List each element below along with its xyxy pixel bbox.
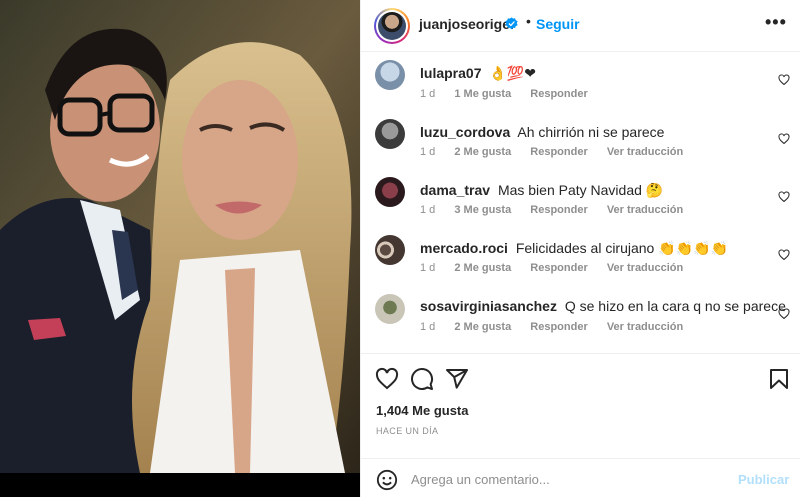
comment-item: mercado.roci Felicidades al cirujano 👏👏👏…	[361, 235, 800, 293]
bookmark-icon[interactable]	[767, 367, 791, 391]
share-icon[interactable]	[445, 367, 469, 391]
post-side-panel: juanjoseorigel • Seguir ••• lulapra07 👌💯…	[360, 0, 800, 497]
post-actions: 1,404 Me gusta HACE UN DÍA Publicar	[361, 353, 800, 497]
like-comment-icon[interactable]	[778, 133, 790, 145]
comment-meta: 1 d 1 Me gusta Responder	[420, 88, 604, 100]
comment-time[interactable]: 1 d	[420, 88, 435, 100]
follow-button[interactable]: Seguir	[536, 16, 580, 32]
translate-button[interactable]: Ver traducción	[607, 204, 683, 216]
commenter-avatar[interactable]	[375, 119, 405, 149]
comment-likes[interactable]: 2 Me gusta	[454, 262, 511, 274]
emoji-icon[interactable]	[376, 469, 398, 491]
commenter-username[interactable]: dama_trav	[420, 182, 490, 198]
comment-text: 👌💯❤	[489, 65, 536, 81]
comment-item: lulapra07 👌💯❤ 1 d 1 Me gusta Responder	[361, 60, 800, 118]
more-options-icon[interactable]: •••	[765, 12, 787, 33]
comment-text: Ah chirrión ni se parece	[517, 124, 665, 140]
translate-button[interactable]: Ver traducción	[607, 321, 683, 333]
translate-button[interactable]: Ver traducción	[607, 262, 683, 274]
reply-button[interactable]: Responder	[530, 204, 587, 216]
like-comment-icon[interactable]	[778, 249, 790, 261]
comment-likes[interactable]: 2 Me gusta	[454, 146, 511, 158]
commenter-username[interactable]: sosavirginiasanchez	[420, 298, 557, 314]
comment-time[interactable]: 1 d	[420, 204, 435, 216]
translate-button[interactable]: Ver traducción	[607, 146, 683, 158]
commenter-avatar[interactable]	[375, 177, 405, 207]
comment-time[interactable]: 1 d	[420, 262, 435, 274]
post-time[interactable]: HACE UN DÍA	[376, 426, 438, 436]
author-username[interactable]: juanjoseorigel	[419, 16, 514, 32]
verified-badge-icon	[505, 17, 518, 30]
comment-item: luzu_cordova Ah chirrión ni se parece 1 …	[361, 119, 800, 177]
reply-button[interactable]: Responder	[530, 321, 587, 333]
reply-button[interactable]: Responder	[530, 262, 587, 274]
comment-likes[interactable]: 2 Me gusta	[454, 321, 511, 333]
commenter-username[interactable]: mercado.roci	[420, 240, 508, 256]
add-comment-bar: Publicar	[361, 458, 800, 497]
comment-time[interactable]: 1 d	[420, 146, 435, 158]
comment-meta: 1 d 2 Me gusta Responder Ver traducción	[420, 262, 699, 274]
like-comment-icon[interactable]	[778, 191, 790, 203]
comment-item: dama_trav Mas bien Paty Navidad 🤔 1 d 3 …	[361, 177, 800, 235]
comment-icon[interactable]	[410, 367, 434, 391]
comment-likes[interactable]: 1 Me gusta	[454, 88, 511, 100]
commenter-username[interactable]: luzu_cordova	[420, 124, 510, 140]
likes-count[interactable]: 1,404 Me gusta	[376, 403, 469, 418]
comment-meta: 1 d 2 Me gusta Responder Ver traducción	[420, 321, 699, 333]
comment-text: Felicidades al cirujano 👏👏👏👏	[515, 240, 728, 256]
comment-meta: 1 d 2 Me gusta Responder Ver traducción	[420, 146, 699, 158]
comment-text: Mas bien Paty Navidad 🤔	[497, 182, 664, 198]
author-avatar[interactable]	[374, 8, 410, 44]
photo-illustration	[0, 0, 360, 473]
post-photo[interactable]	[0, 0, 360, 473]
like-comment-icon[interactable]	[778, 74, 790, 86]
commenter-avatar[interactable]	[375, 294, 405, 324]
comment-input[interactable]	[411, 467, 731, 491]
commenter-username[interactable]: lulapra07	[420, 65, 481, 81]
reply-button[interactable]: Responder	[530, 88, 587, 100]
post-media	[0, 0, 360, 497]
commenter-avatar[interactable]	[375, 60, 405, 90]
comment-text: Q se hizo en la cara q no se parece	[564, 298, 786, 314]
like-comment-icon[interactable]	[778, 308, 790, 320]
commenter-avatar[interactable]	[375, 235, 405, 265]
heart-icon[interactable]	[375, 367, 399, 391]
separator-dot: •	[526, 13, 531, 29]
publish-button[interactable]: Publicar	[738, 472, 789, 487]
comment-meta: 1 d 3 Me gusta Responder Ver traducción	[420, 204, 699, 216]
comment-item: sosavirginiasanchez Q se hizo en la cara…	[361, 294, 800, 352]
post-header: juanjoseorigel • Seguir •••	[361, 0, 800, 52]
comment-likes[interactable]: 3 Me gusta	[454, 204, 511, 216]
reply-button[interactable]: Responder	[530, 146, 587, 158]
comment-time[interactable]: 1 d	[420, 321, 435, 333]
